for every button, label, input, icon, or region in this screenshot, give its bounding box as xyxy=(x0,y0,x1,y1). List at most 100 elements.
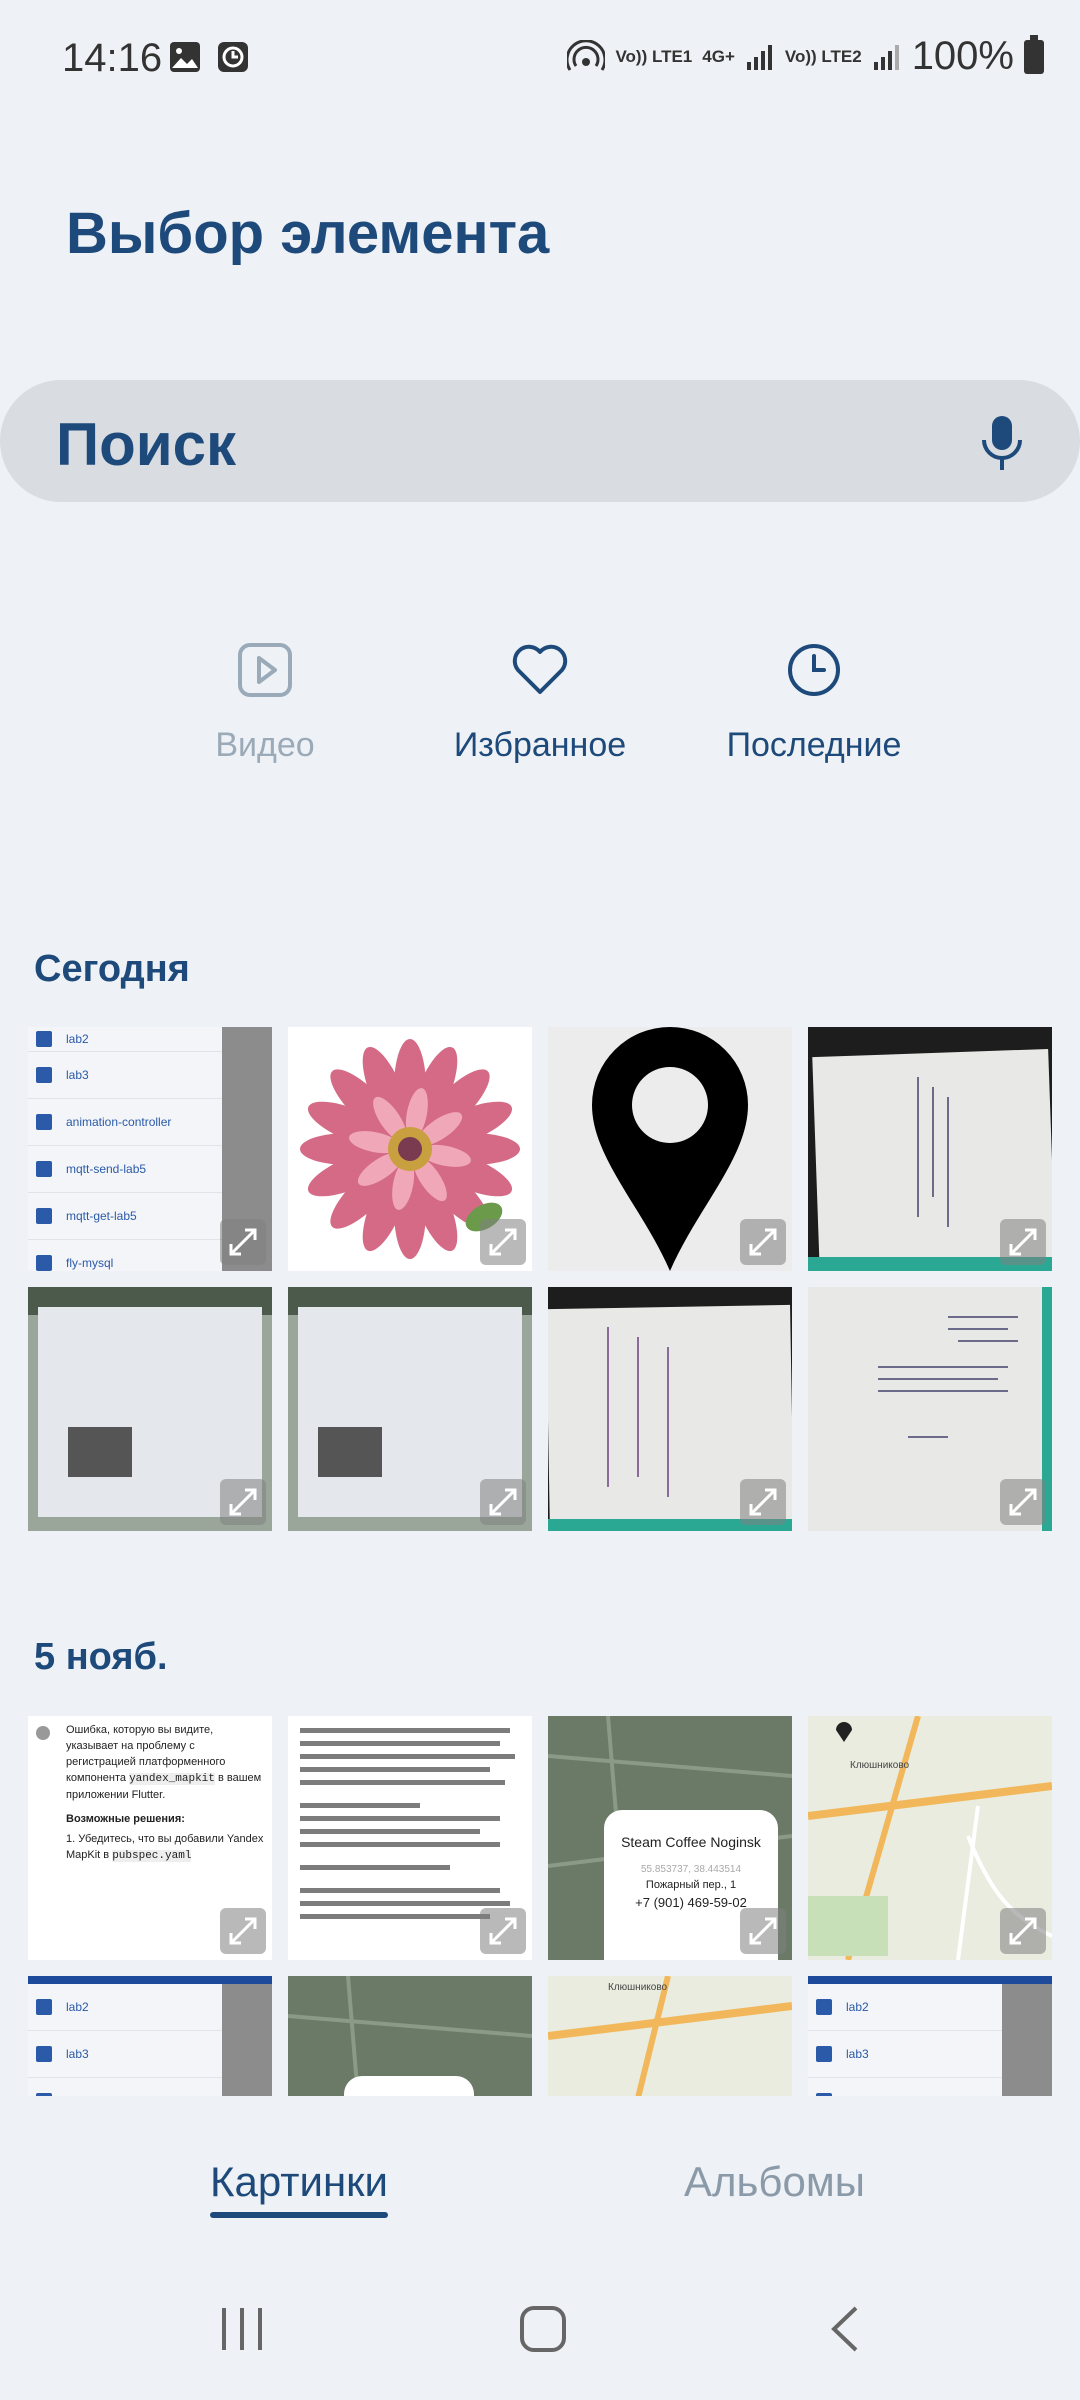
status-right: Vo)) LTE1 4G+ Vo)) LTE2 100% xyxy=(567,34,1044,79)
list-item-label: lab3 xyxy=(846,2047,869,2061)
tab-pictures[interactable]: Картинки xyxy=(210,2158,388,2218)
expand-icon[interactable] xyxy=(1000,1219,1046,1265)
navigation-bar xyxy=(0,2280,1080,2380)
favorites-filter-label: Избранное xyxy=(453,726,627,764)
file-icon xyxy=(36,1255,52,1271)
thumbnail[interactable] xyxy=(288,1716,532,1960)
page-title: Выбор элемента xyxy=(66,201,550,266)
search-input[interactable]: Поиск xyxy=(56,410,236,479)
bot-avatar xyxy=(36,1726,50,1740)
heart-icon xyxy=(512,644,568,694)
row-clip: lab2 lab3 lab4 Клюшниково lab2 lab3 lab4 xyxy=(0,1976,1080,2096)
file-icon xyxy=(36,1161,52,1177)
file-icon xyxy=(816,2093,832,2096)
expand-icon[interactable] xyxy=(220,1479,266,1525)
thumbnail[interactable]: lab2 lab3 animation-controller mqtt-send… xyxy=(28,1027,272,1271)
list-item-label: lab2 xyxy=(66,2000,89,2014)
handwriting xyxy=(917,1077,949,1227)
list-item-label: lab3 xyxy=(66,2047,89,2061)
file-icon xyxy=(816,1999,832,2015)
4g-label: 4G+ xyxy=(702,46,735,66)
thumbnail[interactable]: Ошибка, которую вы видите, указывает на … xyxy=(28,1716,272,1960)
bottom-tabs: Картинки Альбомы xyxy=(0,2140,1080,2240)
expand-icon[interactable] xyxy=(480,1908,526,1954)
doc-text: Ошибка, которую вы видите, указывает на … xyxy=(66,1724,264,1862)
list-item-label: lab4 xyxy=(66,2094,89,2096)
thumbnail[interactable] xyxy=(28,1287,272,1531)
thumbnail[interactable] xyxy=(288,1287,532,1531)
place-label: Клюшниково xyxy=(608,1982,668,1993)
home-icon[interactable] xyxy=(518,2304,568,2354)
clock-notification-icon xyxy=(218,42,248,72)
list-item-label: lab3 xyxy=(66,1068,89,1082)
lte2-label: Vo)) LTE2 xyxy=(784,46,862,66)
expand-icon[interactable] xyxy=(740,1908,786,1954)
status-notification-icons xyxy=(168,40,250,74)
thumbnail[interactable]: lab2 lab3 lab4 xyxy=(808,1976,1052,2096)
tab-albums[interactable]: Альбомы xyxy=(684,2158,865,2206)
place-card xyxy=(344,2076,474,2096)
expand-icon[interactable] xyxy=(220,1908,266,1954)
thumbnail[interactable]: Клюшниково xyxy=(808,1716,1052,1960)
status-bar: 14:16 Vo)) LTE1 4G+ Vo)) LTE2 100% xyxy=(0,0,1080,120)
thumbnail[interactable]: lab2 lab3 lab4 xyxy=(28,1976,272,2096)
file-icon xyxy=(36,1999,52,2015)
list-item-label: lab4 xyxy=(846,2094,869,2096)
thumbnail[interactable]: Клюшниково xyxy=(548,1976,792,2096)
file-icon xyxy=(36,1067,52,1083)
clock-icon xyxy=(788,644,840,696)
thumbnail[interactable] xyxy=(548,1287,792,1531)
list-item-label: fly-mysql xyxy=(66,1256,114,1270)
file-icon xyxy=(36,2046,52,2062)
expand-icon[interactable] xyxy=(480,1479,526,1525)
expand-icon[interactable] xyxy=(740,1219,786,1265)
play-icon xyxy=(238,643,292,697)
list-item-label: lab2 xyxy=(66,1032,89,1046)
signal-icon xyxy=(746,44,772,70)
list-item-label: mqtt-send-lab5 xyxy=(66,1162,147,1176)
recent-filter-label: Последние xyxy=(726,726,902,764)
list-item-label: lab2 xyxy=(846,2000,869,2014)
status-time: 14:16 xyxy=(62,36,163,80)
text-lines xyxy=(288,1716,532,1919)
thumbnail[interactable] xyxy=(808,1287,1052,1531)
favorites-filter[interactable]: Избранное xyxy=(420,640,660,765)
signal-2-icon xyxy=(873,44,899,70)
expand-icon[interactable] xyxy=(1000,1908,1046,1954)
handwriting xyxy=(607,1327,669,1497)
thumbnail[interactable]: Steam Coffee Noginsk 55.853737, 38.44351… xyxy=(548,1716,792,1960)
thumbnail[interactable] xyxy=(548,1027,792,1271)
recents-icon[interactable] xyxy=(218,2304,266,2354)
recent-filter[interactable]: Последние xyxy=(694,640,934,765)
expand-icon[interactable] xyxy=(1000,1479,1046,1525)
file-icon xyxy=(816,2046,832,2062)
gallery-notification-icon xyxy=(170,42,200,72)
list-item-label: animation-controller xyxy=(66,1115,172,1129)
thumbnail[interactable] xyxy=(808,1027,1052,1271)
thumbnail[interactable] xyxy=(288,1027,532,1271)
lte1-label: Vo)) LTE1 xyxy=(615,46,693,66)
file-icon xyxy=(36,1208,52,1224)
section-title-nov5: 5 нояб. xyxy=(34,1636,168,1678)
expand-icon[interactable] xyxy=(480,1219,526,1265)
expand-icon[interactable] xyxy=(220,1219,266,1265)
battery-icon xyxy=(1024,34,1044,74)
section-title-today: Сегодня xyxy=(34,948,190,990)
map-image xyxy=(548,1976,792,2096)
place-label: Клюшниково xyxy=(850,1760,910,1771)
search-bar[interactable]: Поиск xyxy=(0,380,1080,502)
back-icon[interactable] xyxy=(826,2304,866,2354)
mic-icon[interactable] xyxy=(980,414,1024,472)
file-icon xyxy=(36,2093,52,2096)
video-filter[interactable]: Видео xyxy=(145,640,385,765)
thumbnail[interactable] xyxy=(288,1976,532,2096)
video-filter-label: Видео xyxy=(215,726,315,764)
expand-icon[interactable] xyxy=(740,1479,786,1525)
handwriting xyxy=(878,1316,1018,1438)
scrollbar xyxy=(222,1984,272,2096)
file-icon xyxy=(36,1031,52,1047)
screen-image xyxy=(318,1427,382,1477)
hotspot-icon xyxy=(567,39,606,71)
list-item-label: mqtt-get-lab5 xyxy=(66,1209,137,1223)
battery-percent: 100% xyxy=(911,34,1014,78)
